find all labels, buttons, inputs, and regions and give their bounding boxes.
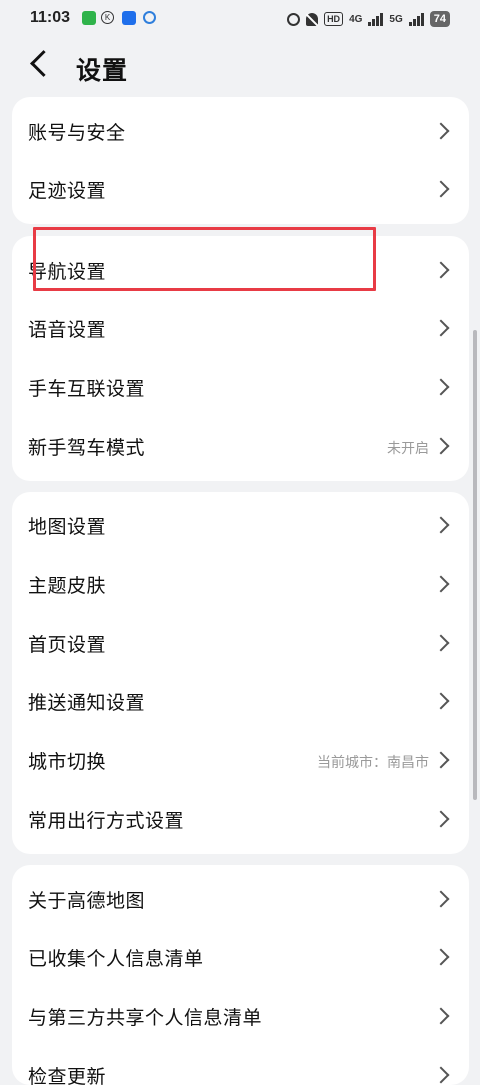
- row-label: 城市切换: [28, 751, 107, 773]
- chevron-right-icon: [432, 122, 450, 140]
- page-title: 设置: [76, 56, 129, 85]
- row-label: 推送通知设置: [28, 692, 146, 714]
- network-notification-icon: [143, 11, 156, 24]
- settings-row-footprint[interactable]: 足迹设置: [12, 160, 469, 218]
- settings-group-map: 地图设置 主题皮肤 首页设置 推送通知设置 城市切换 当前城市：南昌市 常用出行…: [12, 492, 469, 854]
- status-right: HD 4G 5G 74: [287, 10, 450, 28]
- status-time: 11:03: [30, 9, 71, 26]
- chevron-right-icon: [432, 378, 450, 396]
- settings-row-homepage[interactable]: 首页设置: [12, 614, 469, 672]
- settings-row-shared-info[interactable]: 与第三方共享个人信息清单: [12, 987, 469, 1045]
- location-notification-icon: [122, 11, 136, 25]
- chevron-right-icon: [432, 180, 450, 198]
- chevron-right-icon: [432, 437, 450, 455]
- chevron-right-icon: [432, 319, 450, 337]
- row-label: 常用出行方式设置: [28, 810, 185, 832]
- settings-group-account: 账号与安全 足迹设置: [12, 97, 469, 224]
- row-label: 新手驾车模式: [28, 437, 146, 459]
- row-label: 首页设置: [28, 634, 107, 656]
- row-label: 手车互联设置: [28, 378, 146, 400]
- row-label: 地图设置: [28, 516, 107, 538]
- highlight-box: [33, 227, 376, 291]
- hd-icon: HD: [324, 12, 344, 26]
- settings-row-check-update[interactable]: 检查更新: [12, 1046, 469, 1085]
- signal-4g-label: 4G: [349, 13, 363, 25]
- signal-bars-icon: [368, 12, 384, 26]
- row-label: 关于高德地图: [28, 890, 146, 912]
- mute-icon: [306, 12, 319, 26]
- settings-row-city-switch[interactable]: 城市切换 当前城市：南昌市: [12, 731, 469, 789]
- chevron-right-icon: [432, 1007, 450, 1025]
- app-notification-icon: [82, 11, 96, 25]
- row-label: 账号与安全: [28, 122, 126, 144]
- row-label: 主题皮肤: [28, 575, 107, 597]
- chevron-right-icon: [432, 516, 450, 534]
- chevron-right-icon: [432, 692, 450, 710]
- chevron-right-icon: [432, 810, 450, 828]
- battery-icon: 74: [429, 11, 450, 27]
- back-arrow-icon[interactable]: [30, 50, 57, 77]
- row-label: 语音设置: [28, 319, 107, 341]
- scrollbar[interactable]: [473, 330, 477, 800]
- settings-row-voice[interactable]: 语音设置: [12, 299, 469, 357]
- settings-row-account-security[interactable]: 账号与安全: [12, 102, 469, 160]
- signal-5g-label: 5G: [389, 13, 403, 25]
- settings-row-travel-mode[interactable]: 常用出行方式设置: [12, 790, 469, 848]
- chevron-right-icon: [432, 890, 450, 908]
- settings-row-push-notifications[interactable]: 推送通知设置: [12, 672, 469, 730]
- row-label: 已收集个人信息清单: [28, 948, 204, 970]
- chevron-right-icon: [432, 1066, 450, 1084]
- chevron-right-icon: [432, 634, 450, 652]
- header: 设置: [0, 38, 480, 96]
- chevron-right-icon: [432, 575, 450, 593]
- alarm-icon: [287, 12, 301, 26]
- settings-row-theme-skin[interactable]: 主题皮肤: [12, 555, 469, 613]
- row-value: 未开启: [387, 441, 429, 457]
- settings-row-collected-info[interactable]: 已收集个人信息清单: [12, 928, 469, 986]
- settings-row-novice-driving[interactable]: 新手驾车模式 未开启: [12, 417, 469, 475]
- chevron-right-icon: [432, 261, 450, 279]
- status-bar: 11:03 K HD 4G 5G 74: [0, 0, 480, 38]
- row-label: 检查更新: [28, 1066, 107, 1085]
- settings-row-map[interactable]: 地图设置: [12, 496, 469, 554]
- k-notification-icon: K: [101, 11, 114, 24]
- signal-bars-icon: [408, 12, 424, 26]
- row-label: 与第三方共享个人信息清单: [28, 1007, 263, 1029]
- settings-row-about[interactable]: 关于高德地图: [12, 870, 469, 928]
- chevron-right-icon: [432, 948, 450, 966]
- settings-group-about: 关于高德地图 已收集个人信息清单 与第三方共享个人信息清单 检查更新: [12, 865, 469, 1085]
- row-value: 当前城市：南昌市: [317, 755, 429, 771]
- settings-row-phone-car-link[interactable]: 手车互联设置: [12, 358, 469, 416]
- row-label: 足迹设置: [28, 180, 107, 202]
- chevron-right-icon: [432, 751, 450, 769]
